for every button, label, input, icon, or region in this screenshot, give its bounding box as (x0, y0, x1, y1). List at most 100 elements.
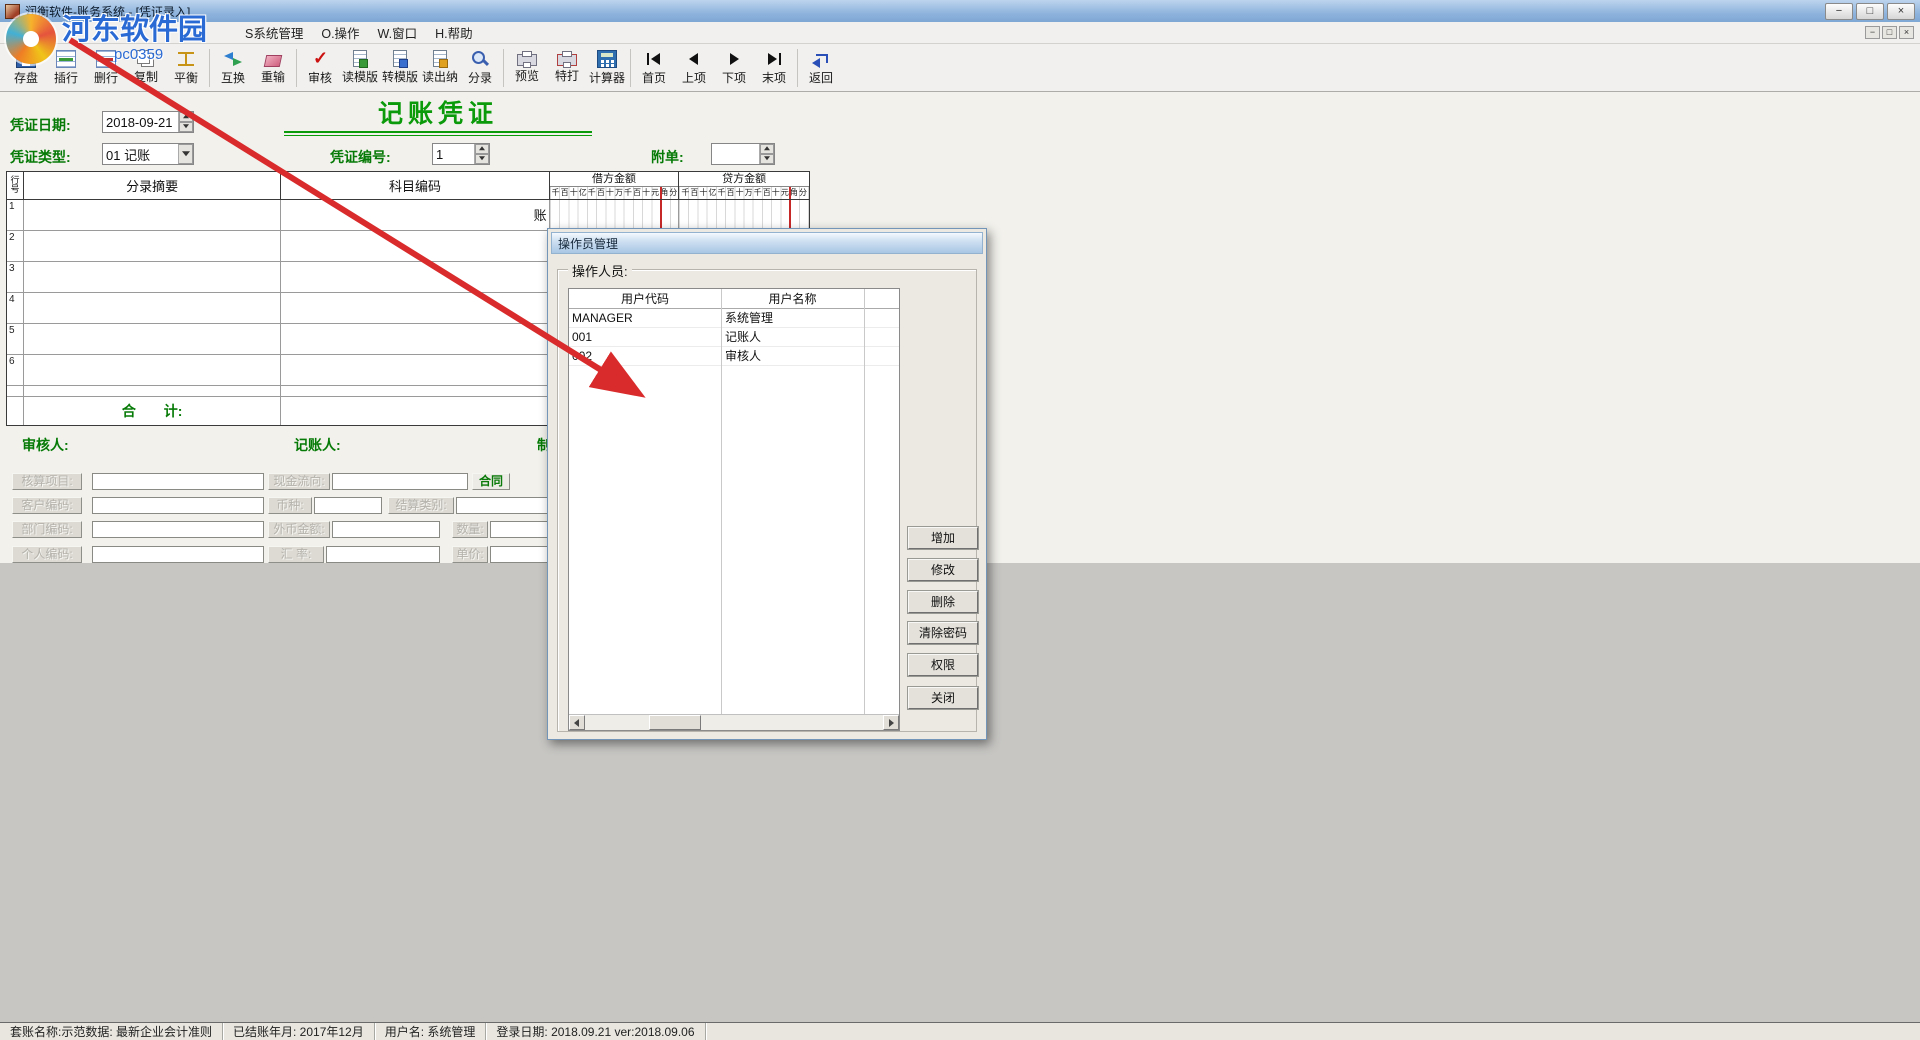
summary-cell[interactable] (24, 355, 281, 385)
settle-type-input[interactable] (456, 497, 548, 514)
spinner-up-icon[interactable] (760, 144, 774, 154)
spinner-down-icon[interactable] (760, 154, 774, 164)
toolbar-balance-button[interactable]: 平衡 (166, 45, 206, 91)
summary-cell[interactable] (24, 231, 281, 261)
toolbar-delete-row-button[interactable]: 删行 (86, 45, 126, 91)
dept-code-input[interactable] (92, 521, 264, 538)
voucher-date-input[interactable] (103, 112, 178, 132)
no-spinner[interactable] (474, 144, 489, 164)
scroll-left-icon[interactable] (569, 715, 585, 730)
row-number: 2 (7, 231, 24, 261)
foreign-amount-input[interactable] (332, 521, 440, 538)
last-item-icon (764, 50, 784, 68)
voucher-type-field[interactable] (102, 143, 194, 165)
subject-cell[interactable] (281, 262, 549, 292)
total-label: 合 计: (24, 397, 281, 425)
menu-help[interactable]: H.帮助 (426, 21, 482, 44)
toolbar-insert-row-button[interactable]: 插行 (46, 45, 86, 91)
summary-cell[interactable] (24, 324, 281, 354)
close-button[interactable]: × (1887, 3, 1915, 20)
summary-cell[interactable] (24, 293, 281, 323)
mdi-restore-button[interactable]: □ (1882, 26, 1897, 39)
operator-row[interactable]: 002 审核人 (569, 347, 899, 366)
toolbar-special-print-button[interactable]: 特打 (547, 45, 587, 91)
scrollbar-thumb[interactable] (649, 715, 701, 730)
voucher-no-field[interactable] (432, 143, 490, 165)
operator-row[interactable]: MANAGER 系统管理 (569, 309, 899, 328)
toolbar-calculator-button[interactable]: 计算器 (587, 45, 627, 91)
operator-list[interactable]: 用户代码 用户名称 MANAGER 系统管理 001 记账人 002 审核人 (568, 288, 900, 731)
toolbar-save-template-button[interactable]: 转模版 (380, 45, 420, 91)
attach-spinner[interactable] (759, 144, 774, 164)
toolbar-read-template-button[interactable]: 读模版 (340, 45, 380, 91)
clear-password-button[interactable]: 清除密码 (908, 622, 978, 644)
cash-flow-input[interactable] (332, 473, 468, 490)
dropdown-arrow-icon[interactable] (178, 144, 193, 164)
toolbar-entry-button[interactable]: 分录 (460, 45, 500, 91)
attach-input[interactable] (712, 144, 759, 164)
toolbar-next-item-button[interactable]: 下项 (714, 45, 754, 91)
summary-cell[interactable] (24, 200, 281, 230)
customer-code-input[interactable] (92, 497, 264, 514)
spinner-down-icon[interactable] (179, 122, 193, 132)
toolbar-preview-button[interactable]: 预览 (507, 45, 547, 91)
toolbar-save-button[interactable]: 存盘 (6, 45, 46, 91)
menu-window[interactable]: W.窗口 (369, 21, 427, 44)
voucher-type-input[interactable] (103, 144, 178, 164)
entry-search-icon (470, 50, 490, 68)
user-name-cell: 记账人 (721, 328, 864, 346)
menu-system[interactable]: S系统管理 (236, 21, 312, 44)
permission-button[interactable]: 权限 (908, 654, 978, 676)
maximize-button[interactable]: □ (1856, 3, 1884, 20)
subject-cell[interactable] (281, 293, 549, 323)
spinner-up-icon[interactable] (179, 112, 193, 122)
unit-price-input[interactable] (490, 546, 548, 563)
date-spinner[interactable] (178, 112, 193, 132)
debit-header: 借方金额 (550, 172, 679, 186)
spinner-down-icon[interactable] (475, 154, 489, 164)
minimize-button[interactable]: − (1825, 3, 1853, 20)
toolbar-reinput-button[interactable]: 重输 (253, 45, 293, 91)
toolbar-swap-button[interactable]: 互换 (213, 45, 253, 91)
credit-cell[interactable] (679, 200, 809, 230)
voucher-type-label: 凭证类型: (10, 147, 71, 167)
toolbar-copy-button[interactable]: 复制 (126, 45, 166, 91)
summary-cell[interactable] (24, 262, 281, 292)
toolbar-separator (209, 49, 210, 87)
subject-cell[interactable] (281, 355, 549, 385)
toolbar-last-item-button[interactable]: 末项 (754, 45, 794, 91)
toolbar-prev-item-button[interactable]: 上项 (674, 45, 714, 91)
toolbar-return-button[interactable]: 返回 (801, 45, 841, 91)
subject-cell[interactable] (281, 231, 549, 261)
subject-cell[interactable]: 账 (281, 200, 549, 230)
rate-input[interactable] (326, 546, 440, 563)
menu-operate[interactable]: O.操作 (312, 21, 368, 44)
spinner-up-icon[interactable] (475, 144, 489, 154)
modify-button[interactable]: 修改 (908, 559, 978, 581)
horizontal-scrollbar[interactable] (569, 714, 899, 730)
contract-button[interactable]: 合同 (472, 473, 510, 490)
currency-input[interactable] (314, 497, 382, 514)
toolbar-first-item-button[interactable]: 首页 (634, 45, 674, 91)
toolbar-audit-button[interactable]: 审核 (300, 45, 340, 91)
subject-cell[interactable] (281, 324, 549, 354)
operator-row[interactable]: 001 记账人 (569, 328, 899, 347)
toolbar-read-cashier-button[interactable]: 读出纳 (420, 45, 460, 91)
scrollbar-track[interactable] (585, 715, 883, 730)
voucher-no-input[interactable] (433, 144, 474, 164)
accounting-item-input[interactable] (92, 473, 264, 490)
voucher-date-field[interactable] (102, 111, 194, 133)
scroll-right-icon[interactable] (883, 715, 899, 730)
subject-header: 科目编码 (281, 172, 549, 199)
mdi-close-button[interactable]: × (1899, 26, 1914, 39)
dialog-titlebar[interactable]: 操作员管理 (551, 232, 983, 254)
person-code-input[interactable] (92, 546, 264, 563)
close-dialog-button[interactable]: 关闭 (908, 687, 978, 709)
insert-row-icon (56, 50, 76, 68)
attach-field[interactable] (711, 143, 775, 165)
mdi-minimize-button[interactable]: − (1865, 26, 1880, 39)
quantity-input[interactable] (490, 521, 548, 538)
debit-cell[interactable] (550, 200, 680, 230)
add-button[interactable]: 增加 (908, 527, 978, 549)
delete-button[interactable]: 删除 (908, 591, 978, 613)
